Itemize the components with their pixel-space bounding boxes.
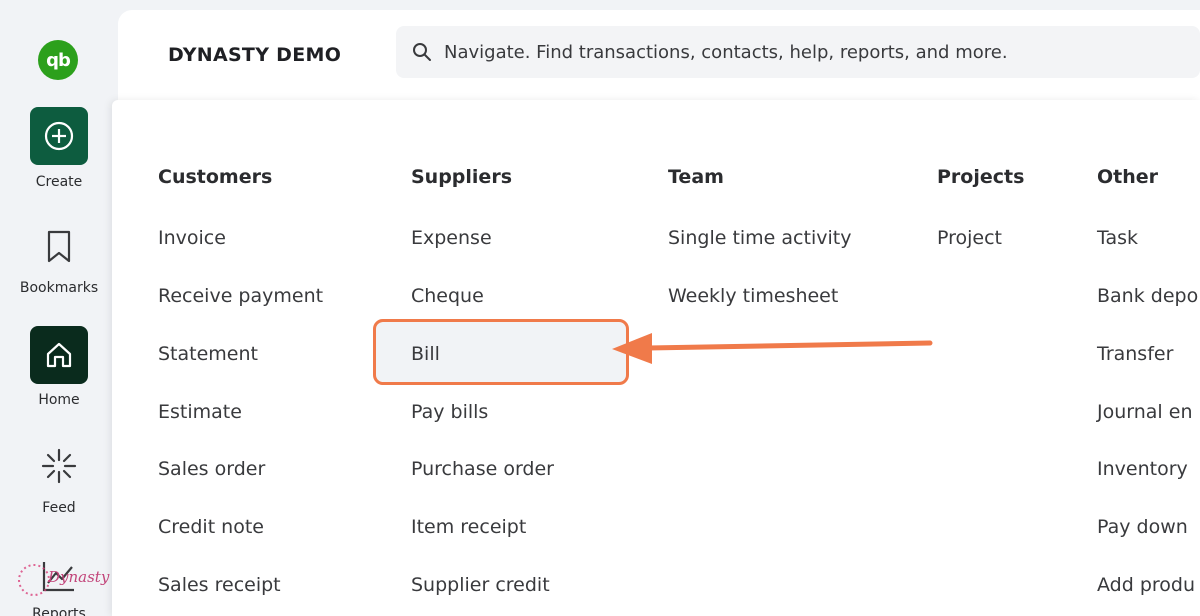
home-button[interactable] xyxy=(30,326,88,384)
left-rail: qb Create Bookmarks Home Feed Reports xyxy=(0,0,118,616)
watermark-text: Dynasty xyxy=(47,568,110,586)
menu-item-supplier-credit[interactable]: Supplier credit xyxy=(411,574,550,596)
rail-home[interactable]: Home xyxy=(0,326,118,408)
menu-item-transfer[interactable]: Transfer xyxy=(1097,343,1173,365)
home-icon xyxy=(46,342,72,368)
menu-item-project[interactable]: Project xyxy=(937,227,1002,249)
suppliers-heading: Suppliers xyxy=(411,166,513,188)
bookmarks-button[interactable] xyxy=(30,226,88,268)
search-input[interactable]: Navigate. Find transactions, contacts, h… xyxy=(444,42,1008,63)
menu-item-pay-down[interactable]: Pay down xyxy=(1097,516,1188,538)
menu-item-receive-payment[interactable]: Receive payment xyxy=(158,285,323,307)
reports-label: Reports xyxy=(32,606,86,616)
top-header: DYNASTY DEMO Navigate. Find transactions… xyxy=(118,10,1200,100)
feed-label: Feed xyxy=(42,500,76,516)
search-bar[interactable]: Navigate. Find transactions, contacts, h… xyxy=(396,26,1200,78)
home-label: Home xyxy=(38,392,80,408)
dynasty-watermark-logo: Dynasty xyxy=(18,564,110,596)
menu-item-invoice[interactable]: Invoice xyxy=(158,227,226,249)
menu-item-item-receipt[interactable]: Item receipt xyxy=(411,516,526,538)
rail-bookmarks[interactable]: Bookmarks xyxy=(0,226,118,296)
menu-item-journal-entry[interactable]: Journal en xyxy=(1097,401,1192,423)
customers-heading: Customers xyxy=(158,166,273,188)
menu-item-bank-deposit[interactable]: Bank depo xyxy=(1097,285,1198,307)
menu-item-task[interactable]: Task xyxy=(1097,227,1138,249)
feed-button[interactable] xyxy=(30,446,88,486)
search-icon xyxy=(413,43,431,61)
menu-item-sales-receipt[interactable]: Sales receipt xyxy=(158,574,281,596)
rail-feed[interactable]: Feed xyxy=(0,446,118,516)
menu-item-estimate[interactable]: Estimate xyxy=(158,401,242,423)
menu-item-cheque[interactable]: Cheque xyxy=(411,285,484,307)
create-button[interactable] xyxy=(30,107,88,165)
menu-item-purchase-order[interactable]: Purchase order xyxy=(411,458,554,480)
menu-item-inventory[interactable]: Inventory xyxy=(1097,458,1188,480)
bookmarks-label: Bookmarks xyxy=(19,280,99,296)
projects-heading: Projects xyxy=(937,166,1025,188)
create-menu-panel: Customers Invoice Receive payment Statem… xyxy=(112,100,1200,616)
plus-circle-icon xyxy=(44,121,74,151)
menu-item-sales-order[interactable]: Sales order xyxy=(158,458,265,480)
menu-item-credit-note[interactable]: Credit note xyxy=(158,516,264,538)
menu-item-statement[interactable]: Statement xyxy=(158,343,258,365)
menu-item-bill[interactable]: Bill xyxy=(411,343,440,365)
quickbooks-logo-icon[interactable]: qb xyxy=(38,40,78,80)
bookmark-icon xyxy=(47,230,71,263)
team-heading: Team xyxy=(668,166,724,188)
menu-item-single-time-activity[interactable]: Single time activity xyxy=(668,227,851,249)
menu-item-add-product[interactable]: Add produ xyxy=(1097,574,1195,596)
menu-item-pay-bills[interactable]: Pay bills xyxy=(411,401,488,423)
other-heading: Other xyxy=(1097,166,1159,188)
menu-item-weekly-timesheet[interactable]: Weekly timesheet xyxy=(668,285,838,307)
feed-sparkle-icon xyxy=(41,448,77,484)
company-name[interactable]: DYNASTY DEMO xyxy=(168,44,341,66)
menu-item-expense[interactable]: Expense xyxy=(411,227,492,249)
rail-create[interactable]: Create xyxy=(0,107,118,190)
create-label: Create xyxy=(35,174,83,190)
